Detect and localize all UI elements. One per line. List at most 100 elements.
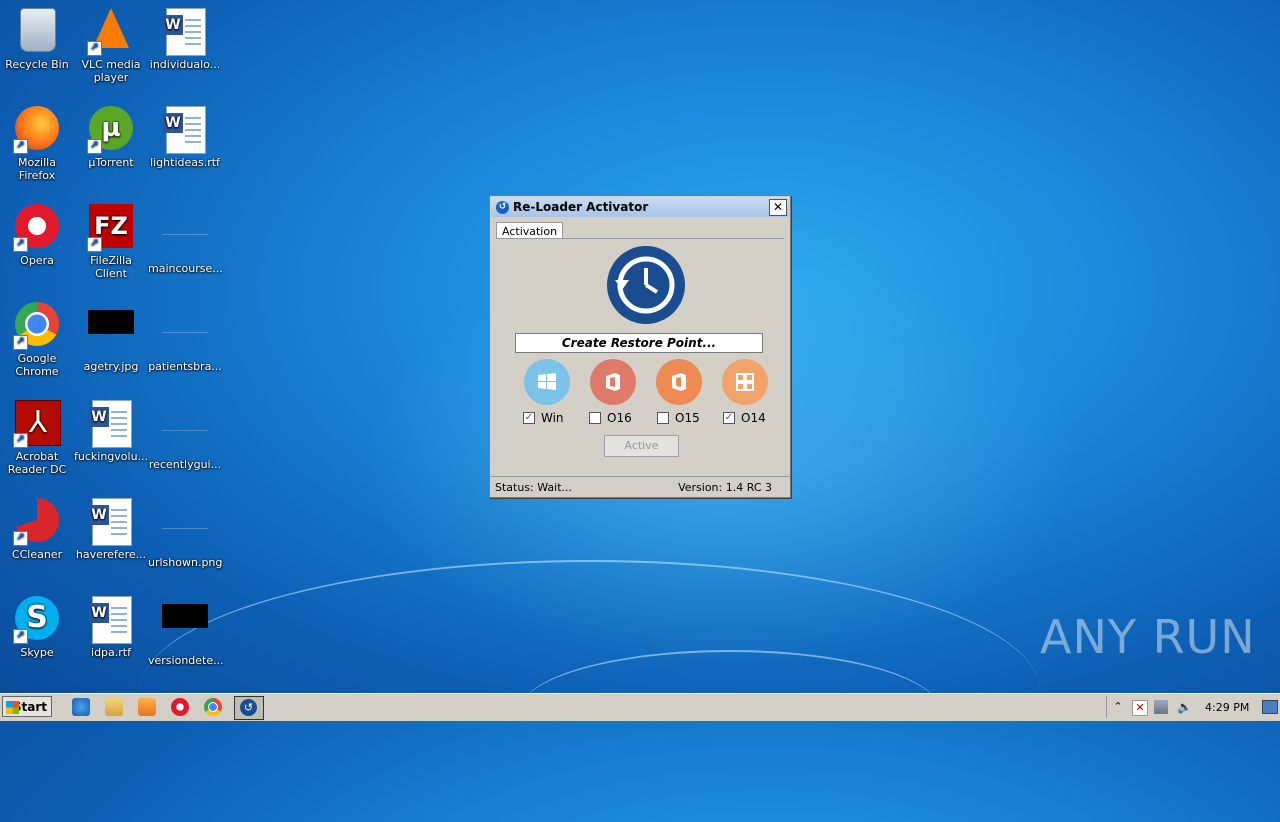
o14-checkbox-label: O14 [741,411,766,425]
desktop-icon-label: haverefere... [75,548,147,561]
opera-taskbar-icon[interactable] [171,698,189,716]
desktop-icon-recycle-bin[interactable]: Recycle Bin [0,4,74,71]
desktop-icon-ccleaner[interactable]: ↗ CCleaner [0,494,74,561]
word-doc-icon: W [161,8,209,56]
office15-option-icon[interactable] [656,359,702,405]
desktop-icon-label: Recycle Bin [5,58,69,71]
vlc-icon: ↗ [87,8,135,56]
skype-icon: S ↗ [13,596,61,644]
recycle-bin-icon [13,8,61,56]
win-checkbox[interactable]: ✓ Win [523,411,564,425]
desktop-icon-label: agetry.jpg [83,360,139,373]
ie-taskbar-icon[interactable] [72,698,90,716]
desktop-icon-label: urlshown.png [148,556,223,569]
desktop-icon-patientsbra[interactable]: patientsbra... [148,298,222,373]
reloader-taskbar-button[interactable]: ↺ [234,696,264,720]
desktop-icon-lightideas[interactable]: W lightideas.rtf [148,102,222,169]
desktop-icon-utorrent[interactable]: µ ↗ µTorrent [74,102,148,169]
chrome-taskbar-icon[interactable] [204,698,222,716]
office16-option-icon[interactable] [590,359,636,405]
desktop-icon-label: patientsbra... [148,360,222,373]
desktop-icon-label: Google Chrome [15,352,59,378]
desktop-icon-label: lightideas.rtf [150,156,220,169]
word-doc-icon: W [87,498,135,546]
file-icon [161,604,209,652]
desktop-icon-maincourse[interactable]: maincourse... [148,200,223,275]
desktop-icon-label: fuckingvolu... [74,450,149,463]
restore-point-button[interactable]: Create Restore Point... [515,333,763,353]
o16-checkbox[interactable]: O16 [589,411,632,425]
o14-checkbox[interactable]: ✓ O14 [723,411,766,425]
desktop-icon-idpa[interactable]: W idpa.rtf [74,592,148,659]
file-icon [161,310,209,358]
desktop-icon-haverefere[interactable]: W haverefere... [74,494,148,561]
desktop-icon-filezilla[interactable]: FZ ↗ FileZilla Client [74,200,148,280]
desktop-icon-label: idpa.rtf [91,646,131,659]
anyrun-watermark: ANY RUN [1040,610,1256,664]
image-file-icon [161,506,209,554]
file-icon [161,212,209,260]
o14-checkbox-box[interactable]: ✓ [723,412,735,424]
windows-flag-icon [6,701,19,714]
status-text: Status: Wait... [495,480,573,494]
desktop-icon-individualo[interactable]: W individualo... [148,4,222,71]
desktop-icon-label: FileZilla Client [90,254,132,280]
desktop-icon-acrobat[interactable]: ⅄ ↗ Acrobat Reader DC [0,396,74,476]
word-doc-icon: W [87,400,135,448]
desktop-icon-opera[interactable]: ↗ Opera [0,200,74,267]
file-icon [161,408,209,456]
version-text: Version: 1.4 RC 3 [678,480,772,494]
desktop-icon-label: µTorrent [88,156,134,169]
desktop-icon-label: Acrobat Reader DC [7,450,67,476]
image-file-icon [87,310,135,358]
desktop-icon-firefox[interactable]: ↗ Mozilla Firefox [0,102,74,182]
desktop-icon-recentlygui[interactable]: recentlygui... [148,396,222,471]
o16-checkbox-label: O16 [607,411,632,425]
restore-point-icon[interactable] [607,246,685,324]
desktop-icon-versiondete[interactable]: versiondete... [148,592,224,667]
desktop-icon-vlc[interactable]: ↗ VLC media player [74,4,148,84]
desktop-icon-label: Opera [20,254,54,267]
action-center-icon[interactable]: ✕ [1132,700,1148,716]
desktop-icon-chrome[interactable]: ↗ Google Chrome [0,298,74,378]
app-icon: ↺ [496,200,509,214]
clock[interactable]: 4:29 PM [1205,701,1249,714]
dialog-tabs: Activation [496,220,564,241]
desktop-icon-label: versiondete... [148,654,224,667]
volume-icon[interactable]: 🔈 [1177,700,1192,714]
desktop-icon-fuckingvolu[interactable]: W fuckingvolu... [74,396,148,463]
desktop-icon-label: individualo... [149,58,221,71]
firefox-icon: ↗ [13,106,61,154]
o15-checkbox-box[interactable] [657,412,669,424]
desktop-icon-label: CCleaner [11,548,63,561]
network-icon[interactable] [1154,700,1168,714]
dialog-titlebar[interactable]: ↺ Re-Loader Activator ✕ [491,197,789,217]
desktop-icon-label: maincourse... [148,262,223,275]
o15-checkbox-label: O15 [675,411,700,425]
windows-option-icon[interactable] [524,359,570,405]
office14-option-icon[interactable] [722,359,768,405]
o16-checkbox-box[interactable] [589,412,601,424]
utorrent-icon: µ ↗ [87,106,135,154]
show-hidden-icons-icon[interactable]: ⌃ [1111,700,1125,714]
close-button[interactable]: ✕ [769,198,787,216]
desktop-icon-agetry[interactable]: agetry.jpg [74,298,148,373]
show-desktop-icon[interactable] [1262,700,1278,714]
o15-checkbox[interactable]: O15 [657,411,700,425]
start-button[interactable]: Start [2,696,52,717]
win-checkbox-label: Win [541,411,564,425]
chrome-icon: ↗ [13,302,61,350]
explorer-taskbar-icon[interactable] [105,698,123,716]
reloader-taskbar-icon: ↺ [240,699,257,716]
desktop-icon-skype[interactable]: S ↗ Skype [0,592,74,659]
desktop-icon-urlshown[interactable]: urlshown.png [148,494,222,569]
active-button[interactable]: Active [604,435,679,457]
win-checkbox-box[interactable]: ✓ [523,412,535,424]
media-player-taskbar-icon[interactable] [138,698,156,716]
dialog-statusbar: Status: Wait... Version: 1.4 RC 3 [490,476,790,497]
taskbar: Start ↺ ⌃ ✕ 🔈 4:29 PM [0,693,1280,721]
filezilla-icon: FZ ↗ [87,204,135,252]
acrobat-icon: ⅄ ↗ [13,400,61,448]
desktop-icon-label: recentlygui... [148,458,222,471]
dialog-title: Re-Loader Activator [513,200,649,214]
